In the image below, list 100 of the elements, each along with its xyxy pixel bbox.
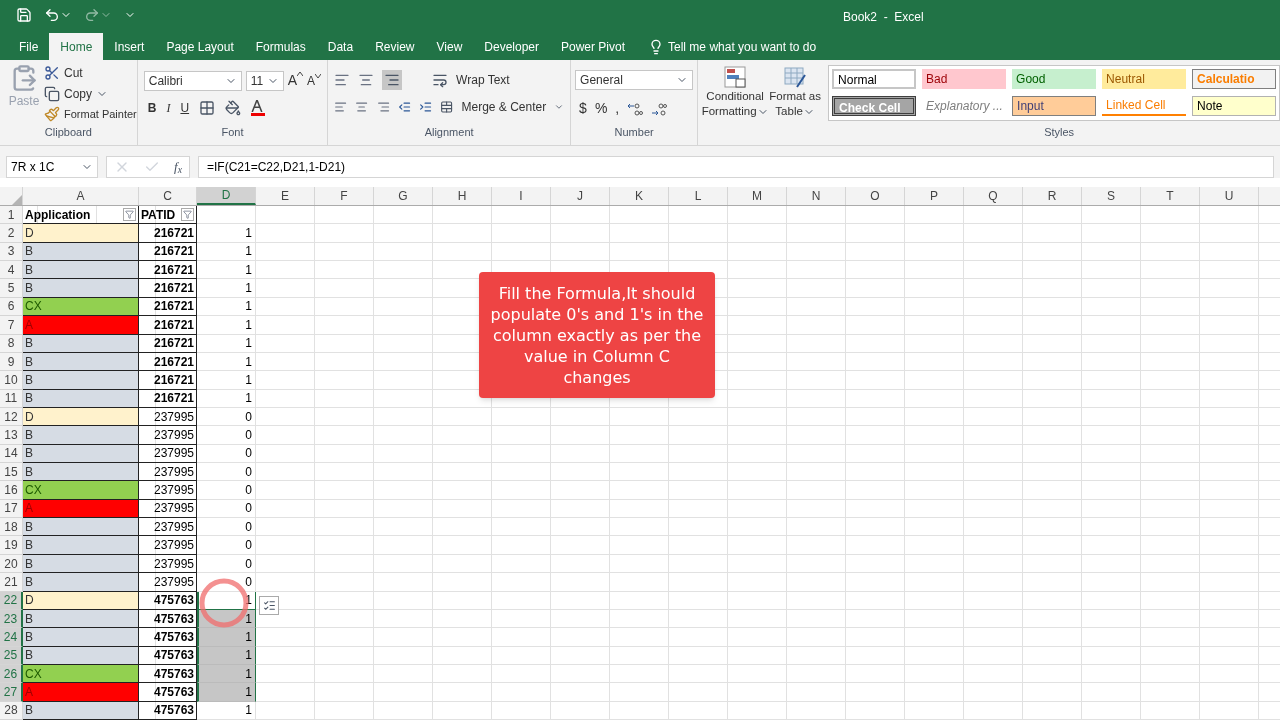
row-header[interactable]: 16 [0,481,23,500]
row-header[interactable]: 24 [0,628,23,647]
merge-center-button[interactable]: Merge & Center [461,98,547,116]
number-format-field[interactable]: General [575,70,694,90]
format-as-table-button[interactable]: Format as Table [766,65,825,127]
row-header[interactable]: 4 [0,261,23,280]
row-header[interactable]: 10 [0,371,23,390]
row-header[interactable]: 1 [0,206,23,225]
shrink-font-button[interactable]: A [307,71,322,90]
bold-button[interactable]: B [147,99,157,117]
table-cell: B [23,628,139,647]
row-header[interactable]: 27 [0,683,23,702]
ribbon-tab[interactable]: Developer [473,33,550,60]
row-header[interactable]: 13 [0,426,23,445]
align-right-icon[interactable] [376,99,390,115]
conditional-formatting-button[interactable]: Conditional Formatting [704,65,767,127]
group-label: Clipboard [44,127,92,140]
column-header[interactable]: S [1082,187,1141,205]
tell-me-field[interactable]: Tell me what you want to do [668,37,817,56]
italic-button[interactable]: I [166,99,171,117]
row-header[interactable]: 15 [0,463,23,482]
column-header[interactable]: L [669,187,728,205]
column-header[interactable]: H [433,187,492,205]
row-header[interactable]: 5 [0,279,23,298]
row-header[interactable]: 19 [0,536,23,555]
ribbon-tab[interactable]: Data [316,33,365,60]
cell-style[interactable]: Good [1012,69,1097,89]
top-align-icon[interactable] [334,72,351,88]
grow-font-button[interactable]: A [287,70,304,91]
quick-analysis-button[interactable] [259,596,279,615]
increase-decimal-icon[interactable] [627,101,644,116]
wrap-text-button[interactable]: Wrap Text [456,71,510,89]
undo-icon[interactable] [44,7,60,23]
formula-field[interactable]: =IF(C21=C22,D21,1-D21) [198,155,1274,178]
table-cell: B [23,536,139,555]
ribbon-tab[interactable]: Home [49,33,104,60]
column-header[interactable]: M [728,187,787,205]
decrease-decimal-icon[interactable] [651,101,668,116]
table-cell: 1 [197,224,256,243]
ribbon-tab[interactable]: Power Pivot [550,33,637,60]
borders-icon[interactable] [199,100,216,116]
format-painter-button[interactable]: Format Painter [64,106,137,123]
middle-align-icon[interactable] [358,72,375,88]
scissors-icon [44,65,60,81]
ribbon-tab[interactable]: Formulas [244,33,317,60]
align-center-icon[interactable] [355,99,369,115]
filter-dropdown-icon[interactable] [123,208,136,222]
table-cell: B [23,279,139,298]
column-header[interactable]: A [23,187,139,205]
column-header[interactable]: G [374,187,433,205]
copy-button[interactable]: Copy [64,85,92,103]
table-cell: B [23,463,139,482]
column-header[interactable]: D [197,187,256,205]
ribbon-tab[interactable]: File [8,33,50,60]
row-header[interactable]: 18 [0,518,23,537]
column-header[interactable]: O [846,187,905,205]
column-header[interactable]: F [315,187,374,205]
column-header[interactable]: P [905,187,964,205]
table-cell: 237995 [139,407,197,427]
ribbon-tab[interactable]: Page Layout [155,33,245,60]
cell-style[interactable]: Neutral [1102,69,1187,89]
cell-style[interactable]: Note [1192,95,1277,116]
underline-button[interactable]: U [180,99,190,117]
column-header[interactable]: K [610,187,669,205]
name-box[interactable]: 7R x 1C [6,155,98,178]
font-size-field[interactable]: 11 [245,70,284,91]
cell-style[interactable]: Bad [922,69,1007,89]
comma-button[interactable]: , [615,98,620,119]
align-left-icon[interactable] [334,99,348,115]
bottom-align-icon[interactable] [382,70,403,90]
save-icon[interactable] [16,7,32,23]
font-color-icon[interactable] [251,100,266,116]
ribbon-tab[interactable]: View [425,33,474,60]
ribbon-tab[interactable]: Review [364,33,426,60]
row-header[interactable]: 2 [0,224,23,243]
redo-icon[interactable] [84,7,100,23]
percent-button[interactable]: % [594,98,608,119]
column-header[interactable]: U [1200,187,1259,205]
row-header[interactable]: 7 [0,316,23,335]
table-cell: 1 [197,297,256,317]
cut-button[interactable]: Cut [64,64,83,82]
ribbon-tab[interactable]: Insert [103,33,156,60]
font-name-field[interactable]: Calibri [143,70,242,91]
column-header[interactable]: J [551,187,610,205]
column-header[interactable]: N [787,187,846,205]
row-header[interactable]: 21 [0,573,23,592]
column-header[interactable]: T [1141,187,1200,205]
insert-function-button[interactable]: f$_{x}$ [174,156,182,177]
increase-indent-icon[interactable] [419,99,433,115]
currency-button[interactable]: $ [579,98,587,119]
table-cell: 1 [197,316,256,335]
cell-style[interactable]: Normal [832,69,917,89]
fill-color-icon[interactable] [225,100,242,116]
column-header[interactable]: E [256,187,315,205]
column-header[interactable]: R [1023,187,1082,205]
column-header[interactable]: Q [964,187,1023,205]
filter-dropdown-icon[interactable] [181,208,194,222]
decrease-indent-icon[interactable] [397,99,412,115]
cell-style[interactable]: Input [1012,95,1097,116]
column-header[interactable]: I [492,187,551,205]
